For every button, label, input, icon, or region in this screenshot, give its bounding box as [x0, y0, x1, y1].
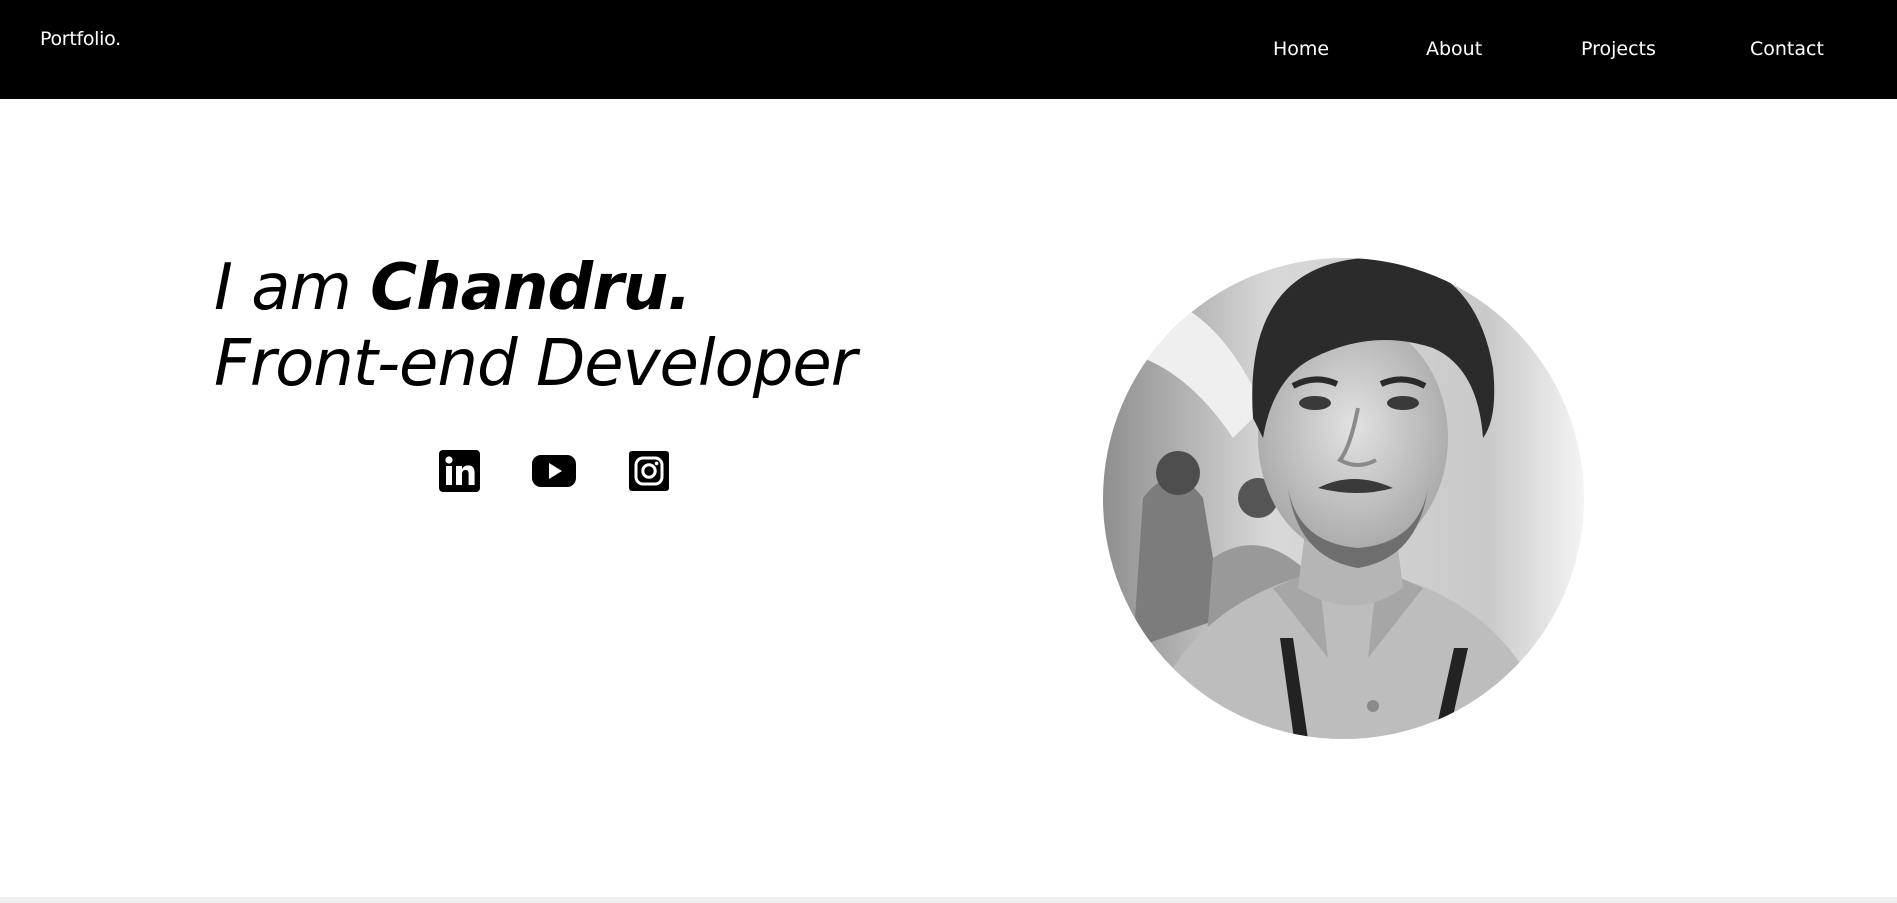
instagram-icon[interactable] [629, 450, 673, 492]
hero-name: Chandru. [370, 251, 692, 325]
hero-intro: I am [214, 251, 371, 325]
social-links [439, 450, 669, 492]
navbar: Portfolio. Home About Projects Contact [0, 0, 1897, 99]
nav-contact-link[interactable]: Contact [1750, 38, 1824, 60]
hero-intro-line: I am Chandru. [214, 250, 856, 326]
hero-role: Front-end Developer [214, 327, 857, 401]
youtube-icon[interactable] [532, 450, 576, 492]
nav-about-link[interactable]: About [1426, 38, 1482, 60]
linkedin-icon[interactable] [439, 450, 483, 492]
page-bottom-divider [0, 897, 1897, 903]
nav-home-link[interactable]: Home [1273, 38, 1329, 60]
nav-projects-link[interactable]: Projects [1581, 38, 1656, 60]
brand-logo[interactable]: Portfolio. [40, 28, 121, 50]
profile-photo [1103, 258, 1584, 739]
hero-heading: I am Chandru. Front-end Developer [214, 250, 857, 402]
